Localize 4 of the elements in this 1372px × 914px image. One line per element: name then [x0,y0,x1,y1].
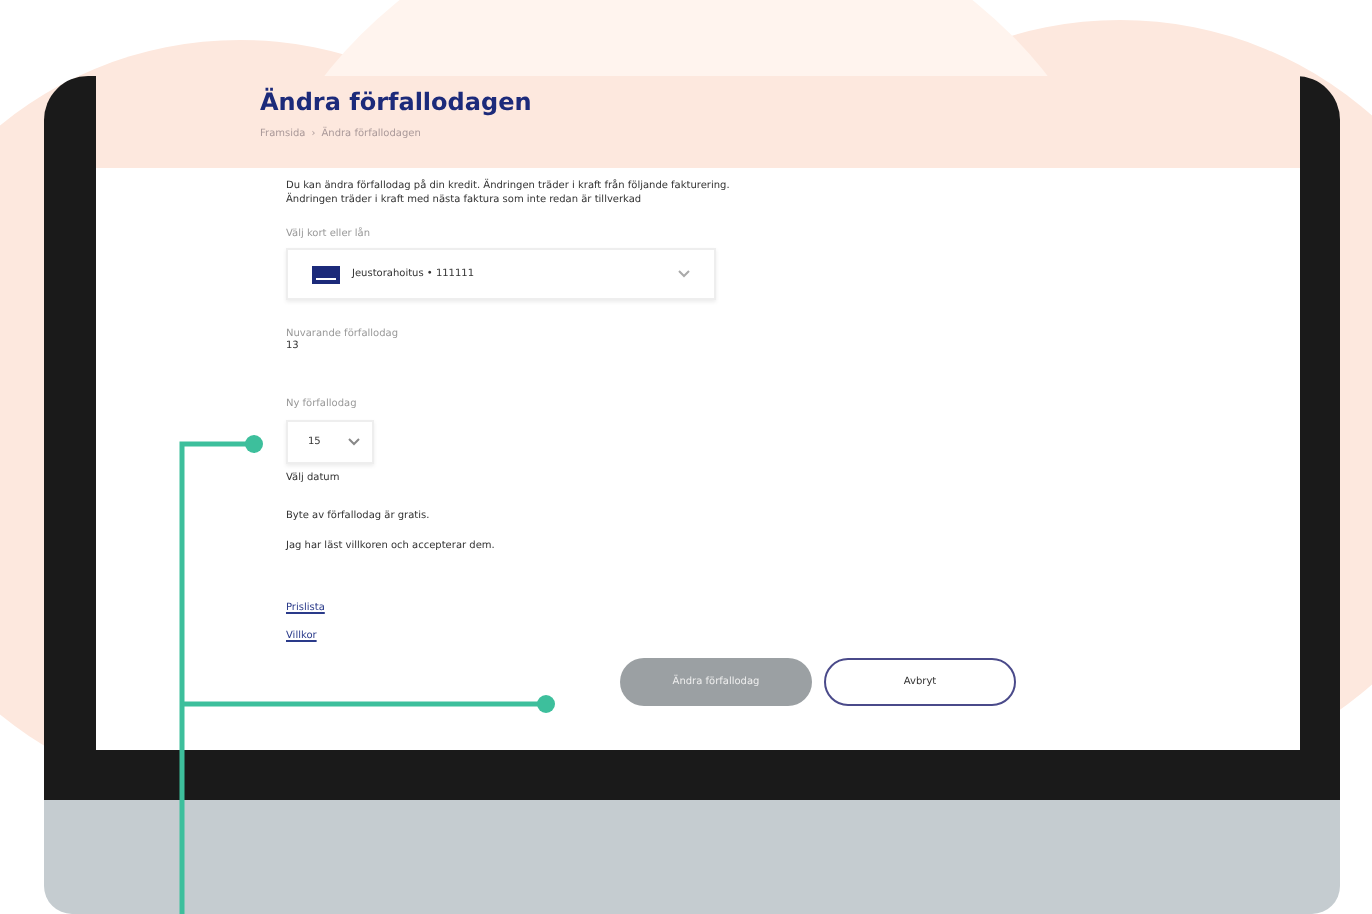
chevron-down-icon [348,438,360,446]
page-title: Ändra förfallodagen [260,88,534,116]
card-icon [312,265,340,283]
chevron-down-icon [678,270,690,278]
